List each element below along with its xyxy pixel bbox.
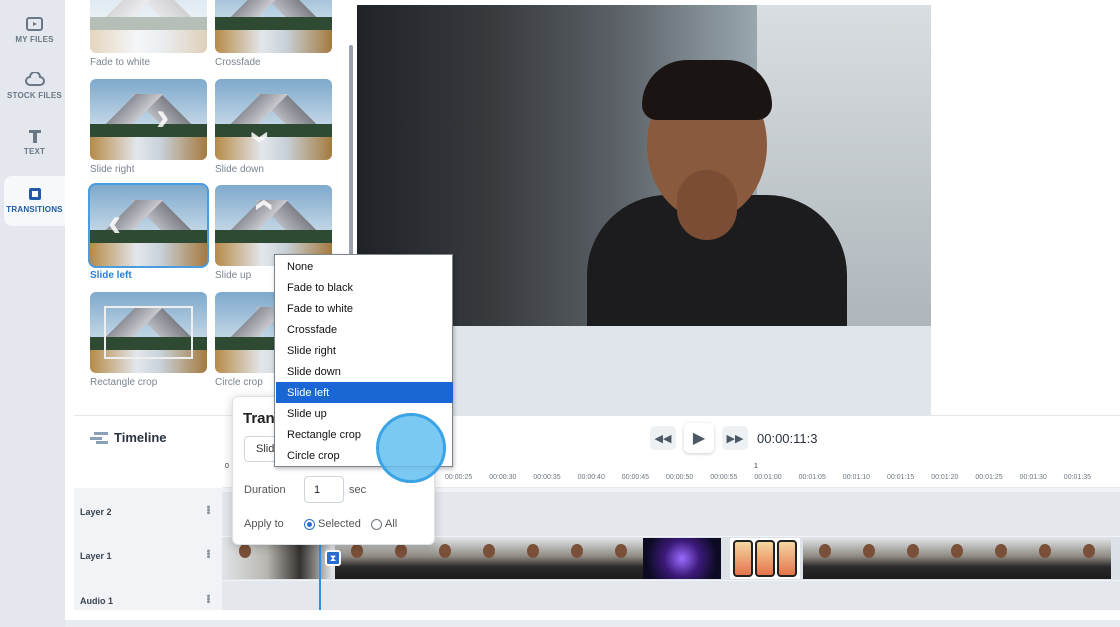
ruler-tick-label: 00:00:50 bbox=[666, 474, 694, 481]
app-window: { "sidebar": { "items": [ {"label": "MY … bbox=[0, 0, 1120, 627]
transition-thumb-slide-left[interactable]: ‹ bbox=[88, 183, 209, 268]
dropdown-option-highlighted[interactable]: Slide left bbox=[276, 382, 453, 403]
ruler-major-label: 0 bbox=[225, 463, 229, 470]
apply-selected-label[interactable]: Selected bbox=[318, 518, 361, 530]
sidebar-item-label: MY FILES bbox=[15, 35, 54, 44]
ruler-tick-label: 00:01:10 bbox=[842, 474, 871, 481]
ruler-tick-label: 00:01:30 bbox=[1019, 474, 1047, 481]
sidebar-item-transitions[interactable]: TRANSITIONS bbox=[4, 176, 65, 226]
chevron-up-icon: › bbox=[239, 198, 284, 212]
timeline-title: Timeline bbox=[114, 430, 167, 445]
timeline-icon bbox=[90, 432, 108, 444]
transition-label-selected: Slide left bbox=[90, 270, 132, 281]
more-options-icon[interactable]: ••• bbox=[202, 505, 214, 514]
track-label-layer-2: Layer 2 bbox=[80, 507, 112, 517]
sidebar-item-stock-files[interactable]: STOCK FILES bbox=[4, 72, 65, 122]
ruler-tick-label: 00:00:30 bbox=[489, 474, 517, 481]
bottom-strip bbox=[65, 620, 1120, 627]
fast-forward-button[interactable]: ▶▶ bbox=[722, 426, 748, 450]
video-clip[interactable] bbox=[803, 538, 1120, 579]
ruler-tick-label: 00:00:25 bbox=[445, 474, 473, 481]
transition-thumb-slide-right[interactable]: › bbox=[90, 79, 207, 160]
play-icon: ▶ bbox=[692, 430, 706, 447]
apply-to-label: Apply to bbox=[244, 518, 284, 530]
apply-all-label[interactable]: All bbox=[385, 518, 397, 530]
duration-input[interactable]: 1 bbox=[304, 476, 344, 503]
film-folder-icon bbox=[25, 17, 43, 31]
text-T-icon bbox=[28, 130, 41, 143]
ruler-tick-label: 00:00:35 bbox=[533, 474, 561, 481]
more-options-icon[interactable]: ••• bbox=[202, 549, 214, 558]
fast-forward-icon: ▶▶ bbox=[726, 432, 744, 445]
more-options-icon[interactable]: ••• bbox=[202, 594, 214, 603]
dropdown-option[interactable]: None bbox=[276, 256, 453, 277]
apply-selected-radio[interactable] bbox=[304, 519, 315, 530]
transition-label: Rectangle crop bbox=[90, 377, 158, 388]
ruler-tick-label: 00:01:25 bbox=[975, 474, 1003, 481]
ruler-tick-label: 00:00:40 bbox=[577, 474, 605, 481]
dropdown-option[interactable]: Slide right bbox=[276, 340, 453, 361]
ruler-tick-label: 00:00:45 bbox=[621, 474, 650, 481]
apply-all-radio[interactable] bbox=[371, 519, 382, 530]
transition-label: Fade to white bbox=[90, 57, 151, 68]
rewind-icon: ◀◀ bbox=[654, 432, 672, 445]
sidebar-item-my-files[interactable]: MY FILES bbox=[4, 16, 65, 66]
duration-label: Duration bbox=[244, 484, 286, 496]
track-label-audio-1: Audio 1 bbox=[80, 596, 113, 606]
transition-label: Slide down bbox=[215, 164, 264, 175]
ruler-tick-label: 00:00:55 bbox=[710, 474, 738, 481]
transition-thumb-fade-to-white[interactable] bbox=[90, 0, 207, 53]
sidebar-item-label: TRANSITIONS bbox=[6, 205, 63, 214]
crop-frame bbox=[104, 306, 193, 359]
left-sidebar: MY FILES STOCK FILES TEXT TRANSITIONS bbox=[0, 0, 65, 627]
track-lane-audio-1[interactable] bbox=[222, 581, 1120, 610]
click-indicator bbox=[376, 413, 446, 483]
chevron-left-icon: ‹ bbox=[108, 201, 122, 245]
ruler-tick-label: 00:01:20 bbox=[931, 474, 959, 481]
video-clip-phones[interactable] bbox=[730, 538, 800, 579]
sidebar-item-label: STOCK FILES bbox=[7, 91, 62, 100]
dropdown-option[interactable]: Crossfade bbox=[276, 319, 453, 340]
ruler-tick-label: 00:01:15 bbox=[887, 474, 915, 481]
sidebar-item-label: TEXT bbox=[23, 147, 46, 156]
timeline-header bbox=[74, 415, 1120, 460]
chevron-right-icon: › bbox=[156, 95, 170, 139]
transition-label: Slide up bbox=[215, 270, 252, 281]
duration-unit: sec bbox=[349, 484, 367, 496]
sidebar-item-text[interactable]: TEXT bbox=[4, 128, 65, 178]
dropdown-option[interactable]: Fade to white bbox=[276, 298, 453, 319]
popup-title: Tran bbox=[243, 410, 275, 427]
play-button[interactable]: ▶ bbox=[684, 423, 714, 453]
transition-thumb-crossfade[interactable] bbox=[215, 0, 332, 53]
transition-label: Crossfade bbox=[215, 57, 261, 68]
ruler-tick-label: 00:01:35 bbox=[1063, 474, 1092, 481]
chevron-down-icon: › bbox=[239, 130, 284, 144]
transition-label: Slide right bbox=[90, 164, 135, 175]
panel-scrollbar[interactable] bbox=[349, 45, 353, 265]
ruler-tick-label: 00:01:00 bbox=[754, 474, 782, 481]
dropdown-option[interactable]: Slide down bbox=[276, 361, 453, 382]
transition-thumb-rectangle-crop[interactable] bbox=[90, 292, 207, 373]
transitions-icon bbox=[28, 188, 41, 200]
rewind-button[interactable]: ◀◀ bbox=[650, 426, 676, 450]
dropdown-option[interactable]: Fade to black bbox=[276, 277, 453, 298]
timecode-display: 00:00:11:3 bbox=[757, 431, 818, 446]
ruler-major-label: 1 bbox=[754, 463, 758, 470]
ruler-tick-label: 00:01:05 bbox=[798, 474, 826, 481]
track-label-layer-1: Layer 1 bbox=[80, 551, 112, 561]
transition-marker-icon[interactable]: ⧗ bbox=[325, 550, 341, 566]
cloud-icon bbox=[24, 72, 45, 86]
transition-label: Circle crop bbox=[215, 377, 263, 388]
transition-thumb-slide-down[interactable]: › bbox=[215, 79, 332, 160]
